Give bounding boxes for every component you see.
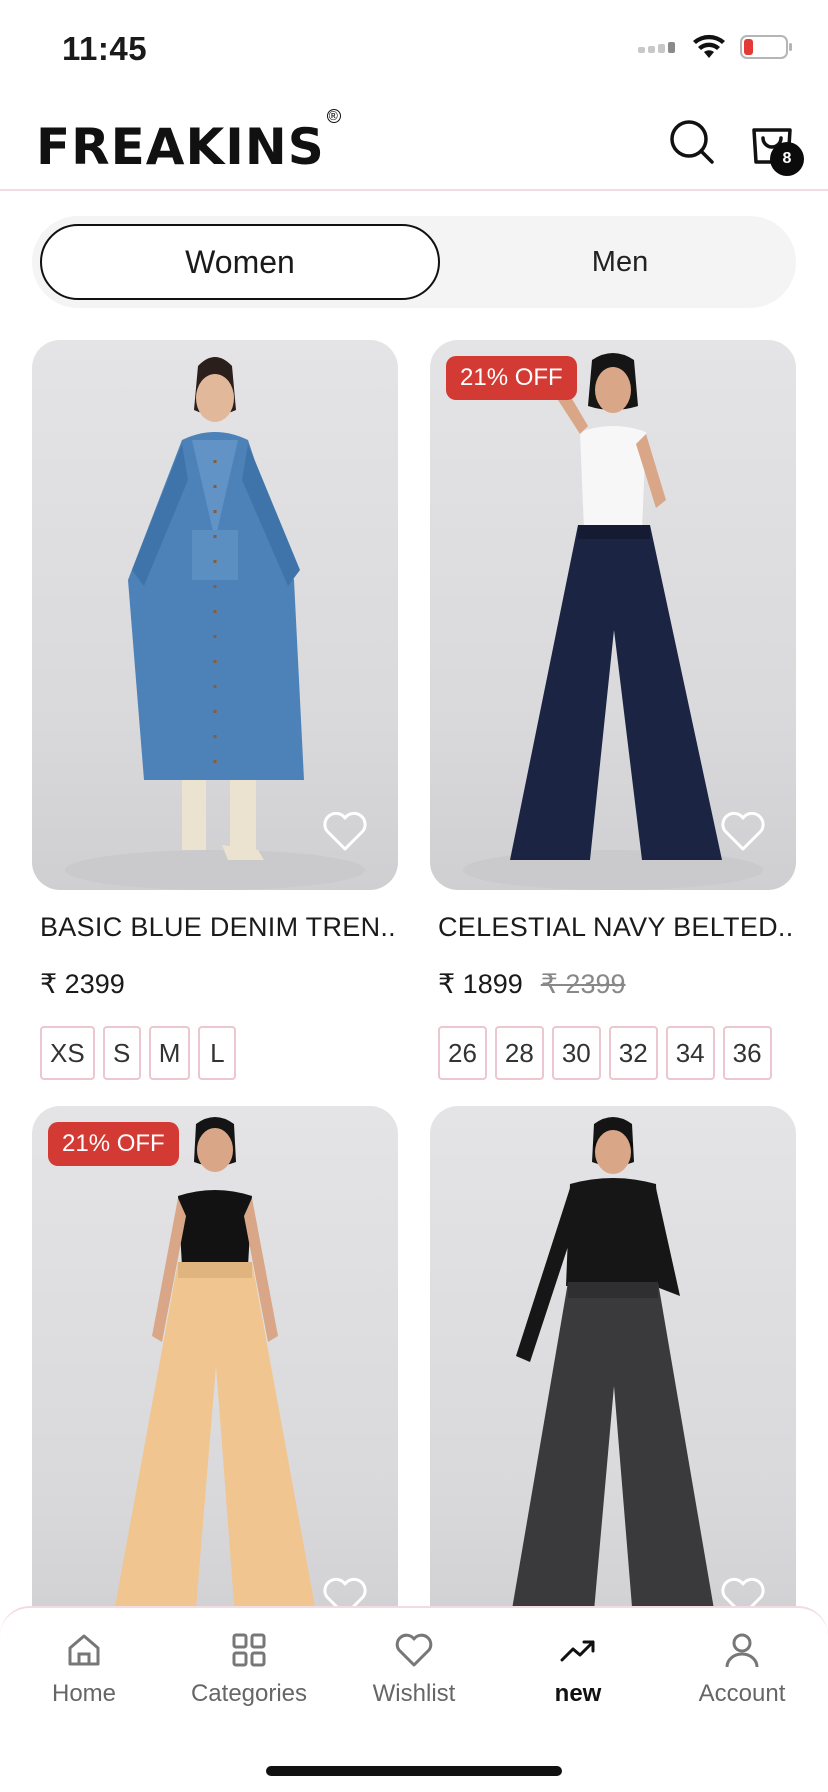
status-time: 11:45: [62, 30, 148, 67]
size-chip[interactable]: 26: [438, 1026, 487, 1080]
registered-mark: ®: [326, 109, 341, 124]
product-title[interactable]: BASIC BLUE DENIM TREN...: [40, 912, 398, 943]
home-indicator[interactable]: [266, 1766, 562, 1776]
heart-icon: [395, 1633, 433, 1667]
categories-grid-icon: [232, 1633, 266, 1667]
size-chip[interactable]: 34: [665, 1026, 715, 1080]
tab-men[interactable]: Men: [452, 224, 788, 300]
bottom-navigation: Home Categories Wishlist new Account: [0, 1606, 828, 1792]
nav-wishlist-label: Wishlist: [372, 1680, 456, 1707]
size-chip[interactable]: L: [198, 1026, 237, 1080]
discount-badge: 21% OFF: [48, 1122, 179, 1166]
product-card[interactable]: 21% OFF: [32, 1106, 398, 1656]
heart-icon[interactable]: [322, 810, 368, 852]
size-chip[interactable]: XS: [40, 1026, 95, 1080]
signal-icon: [638, 42, 675, 53]
brand-logo-text: FREAKINS: [36, 118, 325, 176]
heart-icon[interactable]: [720, 810, 766, 852]
battery-icon: [740, 35, 792, 59]
nav-home[interactable]: Home: [9, 1630, 159, 1708]
size-chip[interactable]: 36: [722, 1026, 772, 1080]
product-image[interactable]: 21% OFF: [430, 340, 796, 890]
product-price: ₹ 2399: [40, 969, 125, 999]
nav-categories-label: Categories: [190, 1680, 308, 1707]
size-chip[interactable]: M: [148, 1026, 191, 1080]
product-image[interactable]: [32, 340, 398, 890]
nav-categories[interactable]: Categories: [174, 1630, 324, 1708]
product-image[interactable]: 21% OFF: [32, 1106, 398, 1656]
size-chip[interactable]: 28: [494, 1026, 544, 1080]
model-black-jeans-illustration: [504, 1117, 722, 1656]
status-bar: 11:45: [0, 0, 828, 100]
product-card[interactable]: BASIC BLUE DENIM TREN... ₹ 2399 XS S M L: [32, 340, 398, 1080]
size-chip[interactable]: 30: [551, 1026, 601, 1080]
size-chip[interactable]: 32: [608, 1026, 658, 1080]
size-chip[interactable]: S: [102, 1026, 141, 1080]
price-row: ₹ 1899 ₹ 2399: [438, 969, 796, 1000]
app-header: FREAKINS®: [0, 100, 828, 191]
model-beige-trousers-illustration: [106, 1117, 324, 1656]
nav-new[interactable]: new: [503, 1630, 653, 1708]
cart-count-badge: 8: [770, 142, 804, 176]
nav-home-label: Home: [51, 1680, 117, 1707]
product-card[interactable]: [430, 1106, 796, 1656]
nav-new-label: new: [554, 1680, 602, 1707]
nav-account[interactable]: Account: [667, 1630, 817, 1708]
tab-women[interactable]: Women: [40, 224, 440, 300]
status-icons: [638, 34, 794, 60]
product-original-price: ₹ 2399: [540, 969, 626, 999]
home-icon: [68, 1634, 100, 1666]
product-title[interactable]: CELESTIAL NAVY BELTED...: [438, 912, 796, 943]
product-price: ₹ 1899: [438, 969, 523, 999]
product-image[interactable]: [430, 1106, 796, 1656]
model-denim-trench-illustration: [65, 357, 365, 890]
trending-up-icon: [560, 1640, 595, 1662]
product-card[interactable]: 21% OFF CELESTIAL NAVY BELTED... ₹ 1899 …: [430, 340, 796, 1080]
gender-segment-control: Women Men: [32, 216, 796, 308]
search-icon[interactable]: [668, 118, 716, 166]
wifi-icon: [693, 34, 725, 58]
price-row: ₹ 2399: [40, 969, 398, 1000]
size-list: XS S M L: [40, 1026, 398, 1080]
size-list: 26 28 30 32 34 36: [438, 1026, 796, 1080]
brand-logo[interactable]: FREAKINS®: [36, 109, 341, 176]
discount-badge: 21% OFF: [446, 356, 577, 400]
model-navy-trousers-illustration: [463, 353, 763, 890]
nav-wishlist[interactable]: Wishlist: [339, 1630, 489, 1708]
user-icon: [725, 1633, 759, 1668]
nav-account-label: Account: [698, 1680, 786, 1707]
